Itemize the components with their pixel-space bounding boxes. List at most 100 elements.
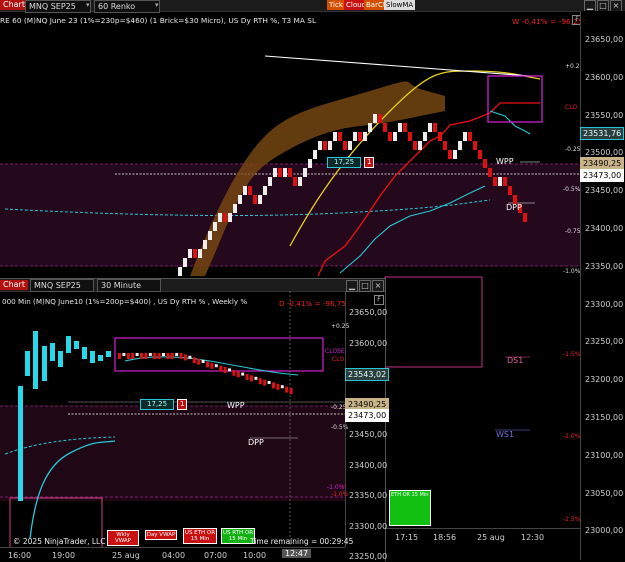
renko-brick	[478, 150, 482, 159]
wkly-vwap-button[interactable]: Wkly VWAP	[107, 530, 139, 546]
candle	[210, 362, 214, 369]
pct-label: -0.5%	[563, 186, 581, 193]
candle	[18, 386, 23, 501]
pct-label: -1.0%	[563, 268, 581, 275]
renko-brick	[418, 141, 422, 150]
pct-label: -0.25	[565, 146, 581, 153]
renko-brick	[178, 267, 182, 276]
renko-brick	[493, 177, 497, 186]
renko-brick	[483, 159, 487, 168]
candle	[197, 358, 201, 365]
pct-label: CLOSE	[325, 348, 345, 355]
candle	[184, 354, 187, 361]
renko-brick	[453, 150, 457, 159]
time-tick: 12:30	[521, 533, 545, 542]
renko-brick	[488, 168, 492, 177]
candle	[214, 364, 218, 368]
renko-brick	[473, 141, 477, 150]
renko-brick	[303, 168, 307, 177]
bottom-dpp-label: DPP	[248, 438, 264, 447]
renko-brick	[343, 141, 347, 150]
renko-brick	[433, 123, 437, 132]
renko-brick	[298, 177, 302, 186]
top-position-qty[interactable]: 17,25	[327, 157, 362, 168]
candle	[258, 378, 262, 385]
time-tick: 25 aug	[477, 533, 505, 542]
top-price-box-last: 23473,00	[580, 169, 625, 182]
bottom-chart-header: 000 Min (M)NQ June10 (1%=200p=$400) , US…	[2, 297, 248, 306]
candle	[162, 353, 165, 356]
renko-brick	[373, 114, 377, 123]
candle	[82, 347, 87, 359]
renko-brick	[348, 141, 352, 150]
price-tick: 23250,00	[585, 337, 624, 347]
renko-brick	[398, 123, 402, 132]
bottom-position-qty[interactable]: 17,25	[140, 399, 175, 410]
instrument-dropdown-icon[interactable]: ▾	[86, 1, 90, 9]
renko-brick	[458, 141, 462, 150]
candle	[98, 355, 103, 361]
bottom-pct-readout: D -0,41% = -96,75	[279, 299, 347, 308]
candle	[276, 383, 280, 390]
candle	[201, 360, 205, 363]
top-price-axis[interactable]: 23650,00 23600,00 23550,00 23500,00 23450,00…	[580, 11, 625, 560]
tick-button[interactable]: Tick	[327, 0, 345, 10]
candle	[25, 351, 30, 376]
candle	[135, 353, 139, 356]
renko-brick	[193, 249, 197, 258]
renko-brick	[218, 213, 222, 222]
renko-brick	[213, 222, 217, 231]
candle	[245, 374, 249, 380]
candle	[148, 353, 152, 356]
bottom-chart-window[interactable]: Chart MNQ SEP25 30 Minute ▁ □ × 000 Min …	[0, 278, 390, 561]
renko-brick	[188, 249, 192, 258]
top-wpp-label: WPP	[496, 157, 514, 166]
candle	[236, 371, 240, 378]
renko-brick	[243, 186, 247, 195]
renko-brick	[203, 240, 207, 249]
renko-brick	[253, 195, 257, 204]
price-tick: 23000,00	[585, 526, 624, 536]
renko-brick	[403, 123, 407, 132]
price-tick: 23450,00	[349, 430, 388, 439]
green-or-panel: ETH OR 15 Min	[389, 490, 431, 526]
candle	[175, 353, 179, 356]
pct-label: -1.5%	[563, 351, 581, 358]
renko-brick	[313, 150, 317, 159]
renko-brick	[338, 132, 342, 141]
candle	[66, 336, 71, 353]
bartype-dropdown-icon[interactable]: ▾	[155, 1, 159, 9]
renko-brick	[463, 132, 467, 141]
renko-brick	[258, 195, 262, 204]
top-position-count[interactable]: 1	[364, 157, 375, 168]
top-chart-tab[interactable]: Chart	[0, 0, 28, 10]
day-vwap-button[interactable]: Day VWAP	[145, 530, 177, 540]
bottom-chart-canvas[interactable]	[0, 291, 345, 547]
top-time-axis[interactable]: 17:15 18:56 25 aug 12:30	[385, 528, 580, 545]
time-tick: 10:00	[243, 551, 267, 560]
pct-label: -2.0%	[563, 433, 581, 440]
renko-brick	[318, 141, 322, 150]
top-chart-header: RE 60 (M)NQ June 23 (1%=230p=$460) (1 Br…	[0, 16, 317, 25]
renko-brick	[363, 132, 367, 141]
candle	[280, 385, 284, 389]
price-tick: 23050,00	[585, 488, 624, 498]
renko-brick	[323, 141, 327, 150]
bottom-chart-tab[interactable]: Chart	[0, 280, 28, 290]
candle	[179, 353, 183, 359]
renko-brick	[523, 213, 527, 222]
us-eth-or-button[interactable]: US ETH OR 15 Min	[183, 528, 217, 544]
bottom-position-count[interactable]: 1	[177, 399, 188, 410]
candle	[250, 375, 253, 382]
renko-brick	[283, 168, 287, 177]
price-tick: 23150,00	[585, 413, 624, 422]
slowma-button[interactable]: SlowMA	[384, 0, 416, 10]
price-tick: 23550,00	[585, 110, 624, 120]
renko-brick	[498, 177, 502, 186]
candle	[241, 372, 245, 376]
top-clo-label: CLO	[565, 104, 578, 111]
time-tick: 25 aug	[112, 551, 140, 560]
renko-brick	[333, 132, 337, 141]
renko-brick	[233, 204, 237, 213]
price-tick: 23400,00	[349, 460, 388, 470]
